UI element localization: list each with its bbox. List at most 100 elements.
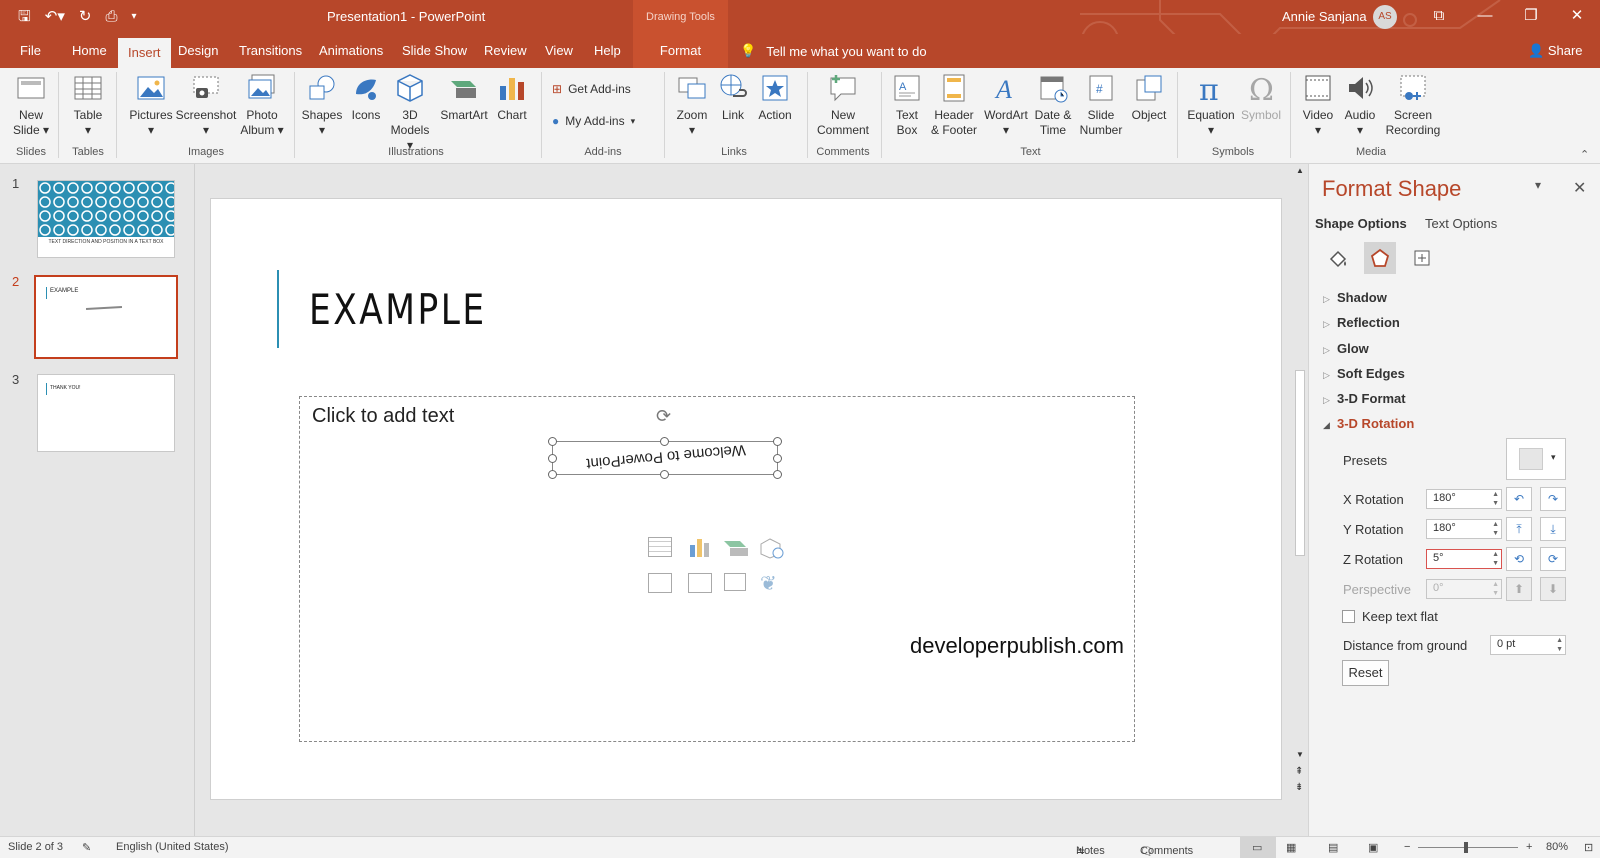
presets-dropdown[interactable]: ▾: [1506, 438, 1566, 480]
tab-format[interactable]: Format: [633, 34, 728, 68]
user-name[interactable]: Annie Sanjana: [1282, 9, 1367, 24]
symbol-button[interactable]: Ω Symbol: [1238, 72, 1284, 123]
insert-video-icon[interactable]: [724, 573, 746, 591]
spinner-arrows-icon[interactable]: ▲ ▼: [1492, 550, 1499, 568]
action-button[interactable]: Action: [752, 72, 798, 123]
rotate-handle-icon[interactable]: ⟳: [656, 406, 671, 427]
shapes-button[interactable]: Shapes ▾: [299, 72, 345, 138]
reset-button[interactable]: Reset: [1342, 660, 1389, 686]
z-rotate-ccw-button[interactable]: ⟲: [1506, 547, 1532, 571]
video-button[interactable]: Video ▾: [1298, 72, 1338, 138]
customize-qat-icon[interactable]: ▾: [131, 7, 136, 27]
content-placeholder[interactable]: Click to add text Welcome to PowerPoint …: [299, 396, 1135, 742]
equation-button[interactable]: π Equation ▾: [1183, 72, 1239, 138]
perspective-input[interactable]: 0° ▲ ▼: [1426, 579, 1502, 599]
slide-thumbnail-3[interactable]: THANK YOU!: [37, 374, 175, 452]
next-slide-icon[interactable]: ⇟: [1295, 782, 1303, 793]
audio-button[interactable]: Audio ▾: [1340, 72, 1380, 138]
previous-slide-icon[interactable]: ⇞: [1295, 766, 1303, 777]
spinner-arrows-icon[interactable]: ▲ ▼: [1492, 580, 1499, 598]
my-addins-button[interactable]: ● My Add-ins ▾: [552, 114, 635, 128]
fill-line-icon[interactable]: [1322, 242, 1354, 274]
x-rotate-right-button[interactable]: ↷: [1540, 487, 1566, 511]
tab-animations[interactable]: Animations: [319, 34, 383, 68]
icons-button[interactable]: Icons: [346, 72, 386, 123]
smartart-button[interactable]: SmartArt: [436, 72, 492, 123]
table-button[interactable]: Table ▾: [65, 72, 111, 138]
date-time-button[interactable]: Date & Time: [1032, 72, 1074, 138]
language-indicator[interactable]: English (United States): [116, 841, 229, 853]
y-rotate-up-button[interactable]: ⤒: [1506, 517, 1532, 541]
pane-options-icon[interactable]: ▾: [1535, 178, 1541, 192]
photo-album-button[interactable]: Photo Album ▾: [238, 72, 286, 138]
resize-handle[interactable]: [660, 437, 669, 446]
screenshot-button[interactable]: Screenshot ▾: [175, 72, 237, 138]
section-3d-format[interactable]: ▷ 3-D Format: [1323, 391, 1406, 406]
tab-review[interactable]: Review: [484, 34, 527, 68]
effects-icon[interactable]: [1364, 242, 1396, 274]
insert-chart-icon[interactable]: [688, 537, 712, 557]
insert-online-picture-icon[interactable]: [688, 573, 712, 593]
resize-handle[interactable]: [773, 454, 782, 463]
reading-view-icon[interactable]: ▤: [1328, 841, 1338, 854]
size-properties-icon[interactable]: [1406, 242, 1438, 274]
start-from-beginning-icon[interactable]: ⎙: [105, 7, 117, 27]
insert-smartart-icon[interactable]: [724, 537, 748, 557]
link-button[interactable]: Link: [716, 72, 750, 123]
tab-home[interactable]: Home: [72, 34, 107, 68]
new-slide-button[interactable]: New Slide ▾: [8, 72, 54, 138]
scroll-down-icon[interactable]: ▼: [1296, 750, 1304, 759]
perspective-decrease-button[interactable]: ⬇: [1540, 577, 1566, 601]
resize-handle[interactable]: [773, 437, 782, 446]
object-button[interactable]: Object: [1126, 72, 1172, 123]
z-rotate-cw-button[interactable]: ⟳: [1540, 547, 1566, 571]
slide-title[interactable]: EXAMPLE: [309, 285, 487, 334]
zoom-out-icon[interactable]: −: [1404, 841, 1410, 853]
tab-transitions[interactable]: Transitions: [239, 34, 302, 68]
slide-canvas[interactable]: EXAMPLE Click to add text Welcome to Pow…: [210, 198, 1282, 800]
slide-thumbnail-1[interactable]: TEXT DIRECTION AND POSITION IN A TEXT BO…: [37, 180, 175, 258]
tab-view[interactable]: View: [545, 34, 573, 68]
pictures-button[interactable]: Pictures ▾: [126, 72, 176, 138]
y-rotate-down-button[interactable]: ⤓: [1540, 517, 1566, 541]
resize-handle[interactable]: [548, 470, 557, 479]
insert-3d-model-icon[interactable]: [760, 537, 784, 559]
tab-design[interactable]: Design: [178, 34, 218, 68]
wordart-button[interactable]: A WordArt ▾: [982, 72, 1030, 138]
text-box-button[interactable]: A Text Box: [889, 72, 925, 138]
rotated-text-box[interactable]: Welcome to PowerPoint ⟳: [548, 406, 782, 479]
share-button[interactable]: 👤 Share: [1528, 43, 1583, 59]
redo-icon[interactable]: ↻: [79, 7, 92, 27]
distance-input[interactable]: 0 pt ▲ ▼: [1490, 635, 1566, 655]
resize-handle[interactable]: [773, 470, 782, 479]
tab-help[interactable]: Help: [594, 34, 621, 68]
scroll-thumb[interactable]: [1295, 370, 1305, 556]
footer-url-text[interactable]: developerpublish.com: [910, 633, 1124, 659]
close-icon[interactable]: ✕: [1554, 4, 1600, 28]
zoom-level[interactable]: 80%: [1546, 841, 1568, 853]
spinner-arrows-icon[interactable]: ▲ ▼: [1492, 520, 1499, 538]
fit-to-window-icon[interactable]: ⊡: [1584, 841, 1593, 854]
section-shadow[interactable]: ▷ Shadow: [1323, 290, 1387, 305]
spinner-arrows-icon[interactable]: ▲ ▼: [1492, 490, 1499, 508]
ribbon-display-icon[interactable]: ⧉: [1416, 4, 1462, 28]
screen-recording-button[interactable]: Screen Recording: [1382, 72, 1444, 138]
tell-me-box[interactable]: 💡 Tell me what you want to do: [740, 43, 927, 59]
undo-icon[interactable]: ↶▾: [45, 7, 65, 27]
3d-models-button[interactable]: 3D Models ▾: [386, 72, 434, 153]
zoom-slider-track[interactable]: [1418, 847, 1518, 848]
tab-file[interactable]: File: [20, 34, 41, 68]
header-footer-button[interactable]: Header & Footer: [928, 72, 980, 138]
section-soft-edges[interactable]: ▷ Soft Edges: [1323, 366, 1405, 381]
section-3d-rotation[interactable]: ◢ 3-D Rotation: [1323, 416, 1414, 431]
z-rotation-input[interactable]: 5° ▲ ▼: [1426, 549, 1502, 569]
save-icon[interactable]: 🖫: [18, 7, 31, 27]
insert-table-icon[interactable]: [648, 537, 672, 557]
close-pane-icon[interactable]: ✕: [1573, 178, 1586, 198]
insert-picture-icon[interactable]: [648, 573, 672, 593]
slide-show-icon[interactable]: ▣: [1368, 841, 1378, 854]
resize-handle[interactable]: [660, 470, 669, 479]
spell-check-icon[interactable]: ✎: [82, 841, 91, 854]
zoom-slider-thumb[interactable]: [1464, 842, 1468, 853]
spinner-arrows-icon[interactable]: ▲ ▼: [1556, 636, 1563, 654]
